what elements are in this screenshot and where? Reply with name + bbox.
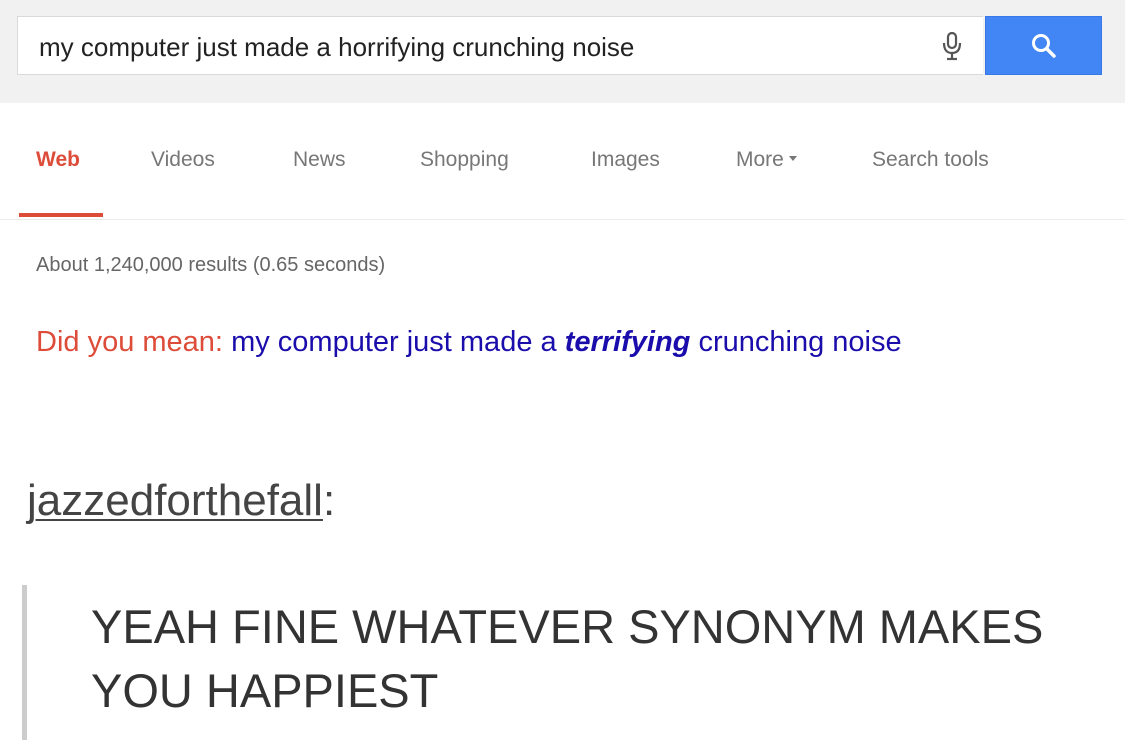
suggestion-emphasis: terrifying: [564, 326, 691, 358]
tab-web[interactable]: Web: [36, 148, 80, 172]
username-colon: :: [322, 476, 336, 525]
tab-news[interactable]: News: [293, 148, 346, 172]
result-stats: About 1,240,000 results (0.65 seconds): [36, 254, 386, 276]
tumblr-username: jazzedforthefall:: [27, 476, 335, 526]
microphone-icon[interactable]: [941, 31, 963, 63]
magnifier-icon: [1032, 34, 1056, 58]
reply-text: YEAH FINE WHATEVER SYNONYM MAKES YOU HAP…: [91, 600, 1044, 717]
suggestion-before: my computer just made a: [231, 326, 557, 358]
tab-more[interactable]: More: [736, 148, 797, 172]
search-button[interactable]: [985, 16, 1102, 75]
tab-images[interactable]: Images: [591, 148, 660, 172]
did-you-mean-suggestion[interactable]: my computer just made a terrifying crunc…: [231, 326, 902, 358]
suggestion-after: crunching noise: [698, 326, 902, 358]
active-tab-indicator: [19, 213, 103, 217]
search-tabs: Web Videos News Shopping Images More Sea…: [0, 103, 1125, 220]
tab-search-tools[interactable]: Search tools: [872, 148, 989, 172]
search-input[interactable]: my computer just made a horrifying crunc…: [17, 16, 983, 75]
did-you-mean: Did you mean: my computer just made a te…: [36, 322, 1036, 362]
search-header: my computer just made a horrifying crunc…: [0, 0, 1125, 103]
username-link[interactable]: jazzedforthefall: [27, 476, 323, 525]
did-you-mean-label: Did you mean:: [36, 326, 223, 358]
caret-down-icon: [788, 156, 797, 162]
blockquote-bar: [22, 585, 27, 740]
tab-shopping[interactable]: Shopping: [420, 148, 509, 172]
search-query-text: my computer just made a horrifying crunc…: [39, 32, 635, 62]
tab-videos[interactable]: Videos: [151, 148, 215, 172]
tab-more-label: More: [736, 148, 784, 171]
